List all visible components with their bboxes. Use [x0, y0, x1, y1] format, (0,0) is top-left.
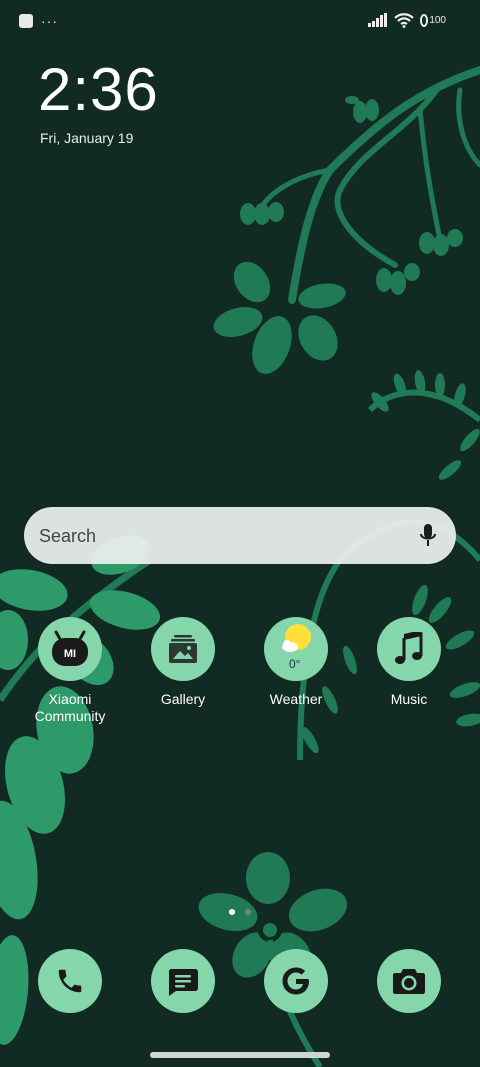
page-dot	[245, 909, 251, 915]
wifi-icon	[394, 12, 414, 28]
gesture-home-bar[interactable]	[150, 1052, 330, 1058]
battery-indicator: 100	[420, 12, 446, 28]
camera-icon	[393, 969, 425, 994]
music-icon	[377, 617, 441, 681]
page-dot-active	[229, 909, 235, 915]
app-xiaomi-community[interactable]: MI Xiaomi Community	[15, 617, 125, 725]
app-weather[interactable]: 0° Weather	[241, 617, 351, 708]
xiaomi-community-icon: MI	[38, 617, 102, 681]
app-label: Music	[390, 691, 428, 707]
page-indicator	[229, 909, 251, 915]
notification-square-icon	[19, 14, 33, 28]
svg-text:MI: MI	[64, 648, 76, 660]
gallery-icon	[151, 617, 215, 681]
app-music[interactable]: Music	[354, 617, 464, 708]
battery-level: 100	[429, 14, 446, 26]
clock-time[interactable]: 2:36	[38, 58, 159, 122]
search-bar[interactable]: Search	[24, 507, 456, 564]
phone-icon	[58, 969, 82, 993]
status-bar: ··· 100	[0, 0, 480, 42]
clock-date[interactable]: Fri, January 19	[40, 130, 133, 146]
app-label: Gallery	[160, 691, 206, 707]
messages-app-button[interactable]	[151, 949, 215, 1013]
signal-icon	[368, 13, 387, 27]
weather-icon: 0°	[264, 617, 328, 681]
google-icon	[282, 967, 309, 995]
weather-temperature: 0°	[289, 657, 301, 671]
phone-app-button[interactable]	[38, 949, 102, 1013]
messages-icon	[169, 969, 198, 996]
battery-icon	[420, 13, 429, 27]
camera-app-button[interactable]	[377, 949, 441, 1013]
app-label: Xiaomi Community	[34, 691, 106, 724]
app-gallery[interactable]: Gallery	[128, 617, 238, 708]
search-placeholder: Search	[39, 526, 97, 546]
more-notifications-icon: ···	[41, 13, 58, 29]
google-app-button[interactable]	[264, 949, 328, 1013]
app-label: Weather	[269, 691, 323, 707]
mic-icon[interactable]	[418, 523, 438, 549]
